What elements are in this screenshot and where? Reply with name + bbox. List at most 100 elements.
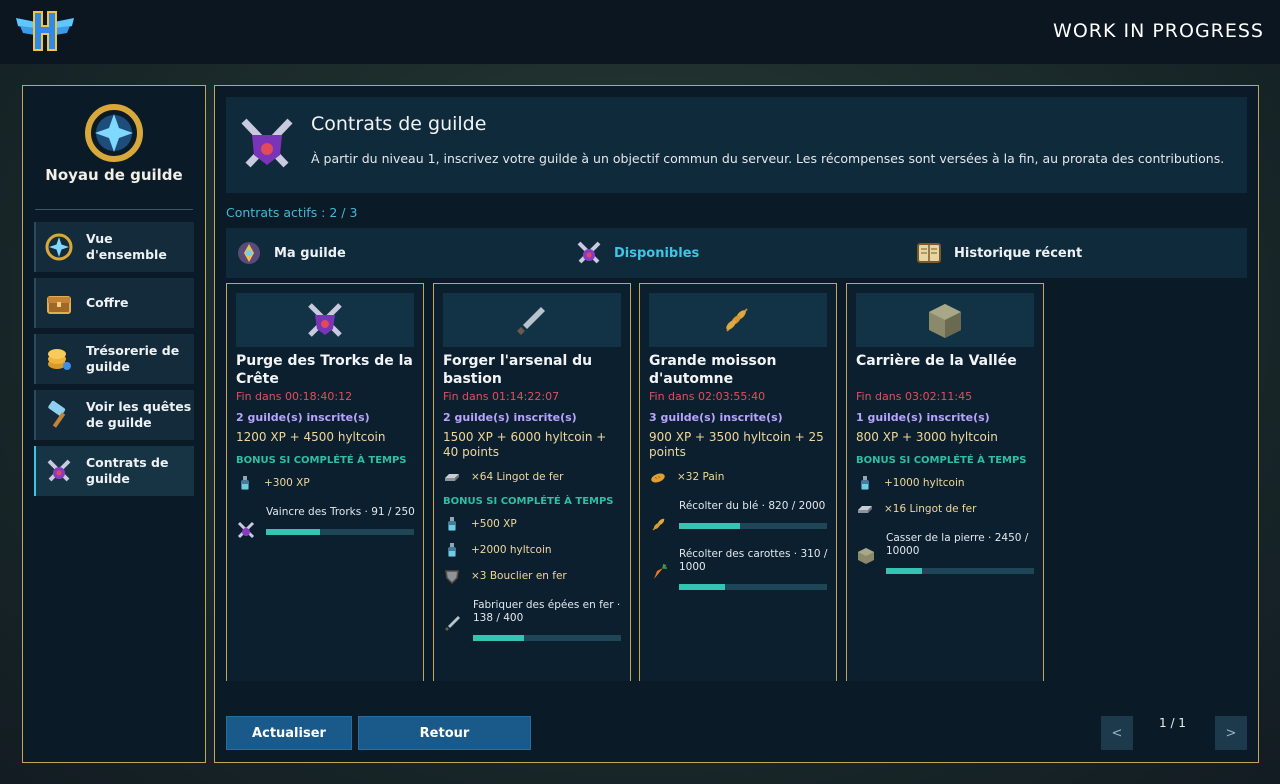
tab-label: Historique récent [954,245,1083,261]
card-banner [649,293,827,347]
reward-item: ×64 Lingot de fer [443,468,623,486]
sidebar-divider [35,209,193,210]
task-label: Récolter du blé · 820 / 2000 [679,500,826,512]
card-banner [236,293,414,347]
card-timer: Fin dans 00:18:40:12 [236,390,353,403]
shield-icon [445,570,459,585]
bonus-item: +300 XP [236,474,416,492]
bonus-label: +500 XP [471,518,517,530]
card-guild-count: 2 guilde(s) inscrite(s) [443,411,577,424]
task-progress-fill [886,568,923,574]
card-timer: Fin dans 01:14:22:07 [443,390,560,403]
card-task: Récolter des carottes · 310 / 1000 [649,548,829,590]
card-title: Purge des Trorks de la Crête [236,353,413,387]
contract-tabs: Ma guilde Disponibles Historique récent [226,228,1247,278]
wheat-icon [726,308,748,332]
bonus-label: +300 XP [264,477,310,489]
bonus-label: +2000 hyltcoin [471,544,552,556]
task-progress-bar [886,568,1034,574]
guild-core-emblem-icon [85,104,143,162]
card-reward: 900 XP + 3500 hyltcoin + 25 points [649,430,824,459]
tab-my-guild[interactable]: Ma guilde [226,228,566,278]
active-contracts-count: Contrats actifs : 2 / 3 [226,205,358,220]
sidebar-title: Noyau de guilde [45,166,183,184]
card-title: Carrière de la Vallée [856,353,1017,369]
sidebar-item-overview[interactable]: Vue d'ensemble [34,222,194,272]
card-task: Casser de la pierre · 2450 / 10000 [856,532,1036,574]
sidebar-item-guild-quests[interactable]: Voir les quêtes de guilde [34,390,194,440]
stone-block-icon [929,304,961,338]
crossed-swords-icon [47,459,71,482]
contracts-header: Contrats de guilde À partir du niveau 1,… [226,97,1247,193]
prev-page-button[interactable]: < [1101,716,1133,750]
card-title: Forger l'arsenal du bastion [443,353,593,387]
stone-block-icon [858,548,874,564]
card-reward: 1500 XP + 6000 hyltcoin + 40 points [443,430,607,459]
task-label: Récolter des carottes · 310 / 1000 [679,548,828,573]
card-timer: Fin dans 03:02:11:45 [856,390,973,403]
bonus-item: ×3 Bouclier en fer [443,567,623,585]
card-reward: 800 XP + 3000 hyltcoin [856,430,998,444]
contract-card[interactable]: Grande moisson d'automne Fin dans 02:03:… [639,283,837,681]
next-page-button[interactable]: > [1215,716,1247,750]
task-label: Casser de la pierre · 2450 / 10000 [886,532,1029,557]
task-label: Fabriquer des épées en fer · 138 / 400 [473,599,621,624]
sidebar: Noyau de guilde Vue d'ensemble Coffre Tr… [22,85,206,763]
tab-label: Disponibles [614,245,700,261]
card-task: Fabriquer des épées en fer · 138 / 400 [443,599,623,641]
bonus-heading: BONUS SI COMPLÉTÉ À TEMPS [443,496,614,507]
card-banner [443,293,621,347]
contract-card[interactable]: Forger l'arsenal du bastion Fin dans 01:… [433,283,631,681]
bonus-item: +500 XP [443,515,623,533]
winged-h-logo-icon[interactable] [14,8,76,54]
task-progress-bar [473,635,621,641]
sidebar-item-guild-contracts[interactable]: Contrats de guilde [34,446,194,496]
main-panel: Contrats de guilde À partir du niveau 1,… [214,85,1259,763]
tab-label: Ma guilde [274,245,346,261]
potion-icon [241,476,249,490]
tab-recent-history[interactable]: Historique récent [906,228,1246,278]
card-body: Fin dans 02:03:55:40 3 guilde(s) inscrit… [649,390,829,590]
page-description: À partir du niveau 1, inscrivez votre gu… [311,151,1225,166]
reward-item: ×32 Pain [649,468,829,486]
hammer-icon [48,400,66,428]
sidebar-item-label: Contrats de guilde [86,455,169,486]
chest-icon [47,296,71,314]
potion-icon [861,476,869,490]
bread-icon [651,473,665,483]
potion-icon [448,543,456,557]
sword-icon [445,616,460,631]
refresh-button[interactable]: Actualiser [226,716,352,750]
reward-item-label: ×64 Lingot de fer [471,471,564,483]
bonus-label: ×16 Lingot de fer [884,503,977,515]
back-button[interactable]: Retour [358,716,531,750]
task-progress-fill [679,584,725,590]
card-guild-count: 1 guilde(s) inscrite(s) [856,411,990,424]
task-progress-fill [679,523,740,529]
bonus-item: ×16 Lingot de fer [856,500,1036,518]
task-progress-bar [679,584,827,590]
iron-ingot-icon [858,506,872,513]
task-progress-fill [266,529,320,535]
sidebar-item-chest[interactable]: Coffre [34,278,194,328]
bonus-heading: BONUS SI COMPLÉTÉ À TEMPS [856,455,1027,466]
card-banner [856,293,1034,347]
contract-card[interactable]: Carrière de la Vallée Fin dans 03:02:11:… [846,283,1044,681]
card-title: Grande moisson d'automne [649,353,777,387]
contract-card[interactable]: Purge des Trorks de la Crête Fin dans 00… [226,283,424,681]
top-bar: WORK IN PROGRESS [0,0,1280,64]
task-progress-bar [679,523,827,529]
sidebar-item-treasury[interactable]: Trésorerie de guilde [34,334,194,384]
book-icon [917,243,941,263]
card-guild-count: 3 guilde(s) inscrite(s) [649,411,783,424]
wheat-icon [652,518,665,531]
card-guild-count: 2 guilde(s) inscrite(s) [236,411,370,424]
sidebar-item-label: Vue d'ensemble [86,231,167,262]
task-progress-fill [473,635,525,641]
card-timer: Fin dans 02:03:55:40 [649,390,766,403]
guild-crest-icon [238,242,260,264]
tab-available[interactable]: Disponibles [566,228,906,278]
sword-icon [517,307,545,335]
sidebar-item-label: Coffre [86,295,129,310]
card-task: Vaincre des Trorks · 91 / 250 [236,506,416,540]
